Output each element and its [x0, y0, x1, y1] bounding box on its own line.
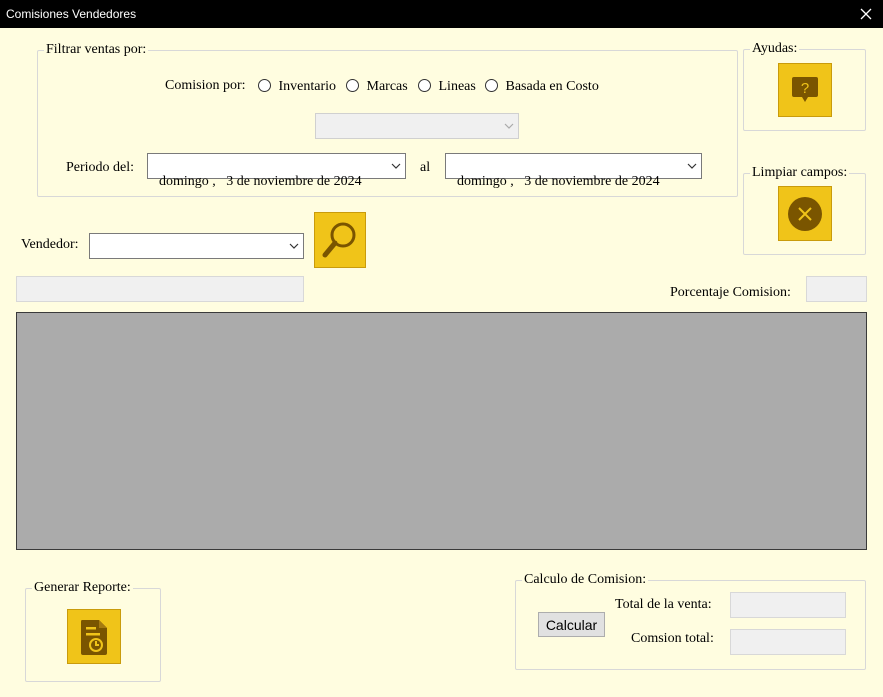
sales-data-grid[interactable] — [16, 312, 867, 550]
radio-inventario-label: Inventario — [278, 79, 337, 94]
radio-lineas-label: Lineas — [438, 79, 476, 94]
window-title: Comisiones Vendedores — [6, 7, 137, 21]
total-venta-field[interactable] — [730, 592, 846, 618]
radio-marcas-label: Marcas — [366, 79, 408, 94]
radio-basada-costo[interactable]: Basada en Costo — [485, 79, 599, 95]
period-label: Periodo del: — [66, 160, 135, 175]
report-document-icon — [81, 619, 107, 655]
total-venta-label: Total de la venta: — [615, 597, 712, 612]
chevron-down-icon — [289, 243, 299, 249]
date-to-picker[interactable]: domingo , 3 de noviembre de 2024 — [445, 153, 702, 189]
close-icon — [860, 8, 872, 20]
vendedor-name-field[interactable] — [16, 276, 304, 302]
date-to-value: domingo , 3 de noviembre de 2024 — [457, 174, 660, 189]
calculo-legend: Calculo de Comision: — [524, 572, 647, 587]
to-label: al — [420, 160, 431, 175]
porcentaje-label: Porcentaje Comision: — [670, 285, 791, 300]
chevron-down-icon — [391, 163, 401, 169]
radio-inventario-circle[interactable] — [258, 79, 271, 92]
radio-marcas-circle[interactable] — [346, 79, 359, 92]
filter-legend: Filtrar ventas por: — [46, 42, 147, 57]
comision-total-label: Comsion total: — [631, 631, 714, 646]
search-icon — [322, 222, 356, 258]
radio-lineas-circle[interactable] — [418, 79, 431, 92]
chevron-down-icon — [687, 163, 697, 169]
category-select[interactable] — [315, 113, 519, 139]
close-circle-icon — [788, 196, 822, 231]
radio-inventario[interactable]: Inventario — [258, 79, 336, 95]
svg-text:?: ? — [801, 80, 809, 97]
date-from-picker[interactable]: domingo , 3 de noviembre de 2024 — [147, 153, 406, 189]
comision-por-label: Comision por: — [165, 78, 246, 93]
help-legend: Ayudas: — [752, 41, 798, 56]
calcular-label: Calcular — [545, 616, 598, 633]
calcular-button[interactable]: Calcular — [538, 612, 605, 637]
title-bar: Comisiones Vendedores — [0, 0, 883, 28]
close-window-button[interactable] — [849, 0, 883, 28]
comision-total-field[interactable] — [730, 629, 846, 655]
clear-button[interactable] — [778, 186, 832, 241]
radio-basada-costo-circle[interactable] — [485, 79, 498, 92]
help-bubble-icon: ? — [792, 77, 818, 102]
help-button[interactable]: ? — [778, 63, 832, 117]
chevron-down-icon — [504, 123, 514, 129]
search-button[interactable] — [314, 212, 366, 268]
vendedor-label: Vendedor: — [21, 237, 79, 252]
clear-legend: Limpiar campos: — [752, 165, 848, 180]
radio-lineas[interactable]: Lineas — [418, 79, 476, 95]
radio-marcas[interactable]: Marcas — [346, 79, 408, 95]
report-legend: Generar Reporte: — [34, 580, 131, 595]
porcentaje-field[interactable] — [806, 276, 867, 302]
radio-basada-costo-label: Basada en Costo — [505, 79, 599, 94]
vendedor-select[interactable] — [89, 233, 304, 259]
date-from-value: domingo , 3 de noviembre de 2024 — [159, 174, 362, 189]
generate-report-button[interactable] — [67, 609, 121, 664]
